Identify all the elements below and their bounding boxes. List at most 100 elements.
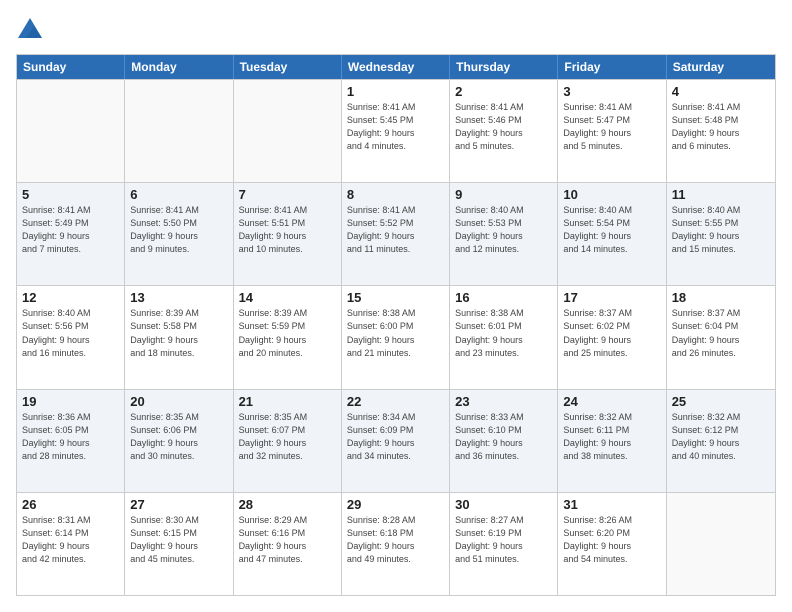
day-number: 11: [672, 187, 770, 202]
day-cell-4: 4 Sunrise: 8:41 AM Sunset: 5:48 PM Daylig…: [667, 80, 775, 182]
day-number: 14: [239, 290, 336, 305]
day-info: Sunrise: 8:41 AM Sunset: 5:52 PM Dayligh…: [347, 204, 444, 256]
day-cell-23: 23 Sunrise: 8:33 AM Sunset: 6:10 PM Dayli…: [450, 390, 558, 492]
week-row-2: 12Sunrise: 8:40 AM Sunset: 5:56 PM Dayli…: [17, 285, 775, 388]
empty-cell: [667, 493, 775, 595]
day-number: 10: [563, 187, 660, 202]
day-info: Sunrise: 8:30 AM Sunset: 6:15 PM Dayligh…: [130, 514, 227, 566]
week-row-1: 5 Sunrise: 8:41 AM Sunset: 5:49 PM Daylig…: [17, 182, 775, 285]
day-cell-31: 31Sunrise: 8:26 AM Sunset: 6:20 PM Dayli…: [558, 493, 666, 595]
calendar-header-row: SundayMondayTuesdayWednesdayThursdayFrid…: [17, 55, 775, 79]
day-number: 17: [563, 290, 660, 305]
day-cell-28: 28Sunrise: 8:29 AM Sunset: 6:16 PM Dayli…: [234, 493, 342, 595]
day-cell-16: 16 Sunrise: 8:38 AM Sunset: 6:01 PM Dayli…: [450, 286, 558, 388]
day-info: Sunrise: 8:40 AM Sunset: 5:54 PM Dayligh…: [563, 204, 660, 256]
day-cell-24: 24 Sunrise: 8:32 AM Sunset: 6:11 PM Dayli…: [558, 390, 666, 492]
page: SundayMondayTuesdayWednesdayThursdayFrid…: [0, 0, 792, 612]
day-number: 31: [563, 497, 660, 512]
day-cell-11: 11Sunrise: 8:40 AM Sunset: 5:55 PM Dayli…: [667, 183, 775, 285]
calendar: SundayMondayTuesdayWednesdayThursdayFrid…: [16, 54, 776, 596]
day-info: Sunrise: 8:38 AM Sunset: 6:01 PM Dayligh…: [455, 307, 552, 359]
calendar-body: 1 Sunrise: 8:41 AM Sunset: 5:45 PM Daylig…: [17, 79, 775, 595]
day-cell-20: 20 Sunrise: 8:35 AM Sunset: 6:06 PM Dayli…: [125, 390, 233, 492]
day-info: Sunrise: 8:31 AM Sunset: 6:14 PM Dayligh…: [22, 514, 119, 566]
day-number: 21: [239, 394, 336, 409]
day-number: 1: [347, 84, 444, 99]
day-cell-15: 15 Sunrise: 8:38 AM Sunset: 6:00 PM Dayli…: [342, 286, 450, 388]
day-info: Sunrise: 8:41 AM Sunset: 5:45 PM Dayligh…: [347, 101, 444, 153]
day-info: Sunrise: 8:41 AM Sunset: 5:51 PM Dayligh…: [239, 204, 336, 256]
day-number: 24: [563, 394, 660, 409]
day-cell-14: 14Sunrise: 8:39 AM Sunset: 5:59 PM Dayli…: [234, 286, 342, 388]
header-day-tuesday: Tuesday: [234, 55, 342, 79]
day-number: 16: [455, 290, 552, 305]
day-info: Sunrise: 8:41 AM Sunset: 5:49 PM Dayligh…: [22, 204, 119, 256]
day-number: 19: [22, 394, 119, 409]
day-info: Sunrise: 8:40 AM Sunset: 5:53 PM Dayligh…: [455, 204, 552, 256]
day-cell-10: 10 Sunrise: 8:40 AM Sunset: 5:54 PM Dayli…: [558, 183, 666, 285]
day-info: Sunrise: 8:32 AM Sunset: 6:12 PM Dayligh…: [672, 411, 770, 463]
day-cell-5: 5 Sunrise: 8:41 AM Sunset: 5:49 PM Daylig…: [17, 183, 125, 285]
day-cell-26: 26Sunrise: 8:31 AM Sunset: 6:14 PM Dayli…: [17, 493, 125, 595]
day-number: 7: [239, 187, 336, 202]
empty-cell: [234, 80, 342, 182]
day-info: Sunrise: 8:37 AM Sunset: 6:02 PM Dayligh…: [563, 307, 660, 359]
day-info: Sunrise: 8:41 AM Sunset: 5:50 PM Dayligh…: [130, 204, 227, 256]
day-number: 29: [347, 497, 444, 512]
day-cell-27: 27Sunrise: 8:30 AM Sunset: 6:15 PM Dayli…: [125, 493, 233, 595]
day-cell-22: 22 Sunrise: 8:34 AM Sunset: 6:09 PM Dayli…: [342, 390, 450, 492]
day-info: Sunrise: 8:41 AM Sunset: 5:47 PM Dayligh…: [563, 101, 660, 153]
day-number: 2: [455, 84, 552, 99]
day-number: 25: [672, 394, 770, 409]
day-number: 5: [22, 187, 119, 202]
day-info: Sunrise: 8:40 AM Sunset: 5:56 PM Dayligh…: [22, 307, 119, 359]
week-row-0: 1 Sunrise: 8:41 AM Sunset: 5:45 PM Daylig…: [17, 79, 775, 182]
day-cell-13: 13 Sunrise: 8:39 AM Sunset: 5:58 PM Dayli…: [125, 286, 233, 388]
day-number: 8: [347, 187, 444, 202]
day-number: 23: [455, 394, 552, 409]
empty-cell: [125, 80, 233, 182]
day-info: Sunrise: 8:39 AM Sunset: 5:58 PM Dayligh…: [130, 307, 227, 359]
day-cell-2: 2 Sunrise: 8:41 AM Sunset: 5:46 PM Daylig…: [450, 80, 558, 182]
day-cell-17: 17 Sunrise: 8:37 AM Sunset: 6:02 PM Dayli…: [558, 286, 666, 388]
day-number: 30: [455, 497, 552, 512]
day-cell-6: 6 Sunrise: 8:41 AM Sunset: 5:50 PM Daylig…: [125, 183, 233, 285]
day-info: Sunrise: 8:34 AM Sunset: 6:09 PM Dayligh…: [347, 411, 444, 463]
day-info: Sunrise: 8:37 AM Sunset: 6:04 PM Dayligh…: [672, 307, 770, 359]
day-number: 9: [455, 187, 552, 202]
header-day-saturday: Saturday: [667, 55, 775, 79]
header-day-wednesday: Wednesday: [342, 55, 450, 79]
day-cell-21: 21 Sunrise: 8:35 AM Sunset: 6:07 PM Dayli…: [234, 390, 342, 492]
header-day-thursday: Thursday: [450, 55, 558, 79]
day-cell-8: 8 Sunrise: 8:41 AM Sunset: 5:52 PM Daylig…: [342, 183, 450, 285]
day-number: 4: [672, 84, 770, 99]
day-number: 22: [347, 394, 444, 409]
day-info: Sunrise: 8:27 AM Sunset: 6:19 PM Dayligh…: [455, 514, 552, 566]
day-info: Sunrise: 8:41 AM Sunset: 5:48 PM Dayligh…: [672, 101, 770, 153]
day-info: Sunrise: 8:35 AM Sunset: 6:06 PM Dayligh…: [130, 411, 227, 463]
day-cell-19: 19 Sunrise: 8:36 AM Sunset: 6:05 PM Dayli…: [17, 390, 125, 492]
day-number: 20: [130, 394, 227, 409]
week-row-4: 26Sunrise: 8:31 AM Sunset: 6:14 PM Dayli…: [17, 492, 775, 595]
header-day-friday: Friday: [558, 55, 666, 79]
header-day-sunday: Sunday: [17, 55, 125, 79]
day-cell-9: 9 Sunrise: 8:40 AM Sunset: 5:53 PM Daylig…: [450, 183, 558, 285]
empty-cell: [17, 80, 125, 182]
day-cell-12: 12Sunrise: 8:40 AM Sunset: 5:56 PM Dayli…: [17, 286, 125, 388]
day-info: Sunrise: 8:28 AM Sunset: 6:18 PM Dayligh…: [347, 514, 444, 566]
day-number: 3: [563, 84, 660, 99]
day-number: 18: [672, 290, 770, 305]
day-cell-29: 29 Sunrise: 8:28 AM Sunset: 6:18 PM Dayli…: [342, 493, 450, 595]
day-info: Sunrise: 8:36 AM Sunset: 6:05 PM Dayligh…: [22, 411, 119, 463]
day-number: 15: [347, 290, 444, 305]
day-info: Sunrise: 8:32 AM Sunset: 6:11 PM Dayligh…: [563, 411, 660, 463]
day-info: Sunrise: 8:33 AM Sunset: 6:10 PM Dayligh…: [455, 411, 552, 463]
day-info: Sunrise: 8:35 AM Sunset: 6:07 PM Dayligh…: [239, 411, 336, 463]
day-number: 13: [130, 290, 227, 305]
day-number: 28: [239, 497, 336, 512]
day-info: Sunrise: 8:41 AM Sunset: 5:46 PM Dayligh…: [455, 101, 552, 153]
header: [16, 16, 776, 44]
day-info: Sunrise: 8:38 AM Sunset: 6:00 PM Dayligh…: [347, 307, 444, 359]
header-day-monday: Monday: [125, 55, 233, 79]
day-number: 6: [130, 187, 227, 202]
